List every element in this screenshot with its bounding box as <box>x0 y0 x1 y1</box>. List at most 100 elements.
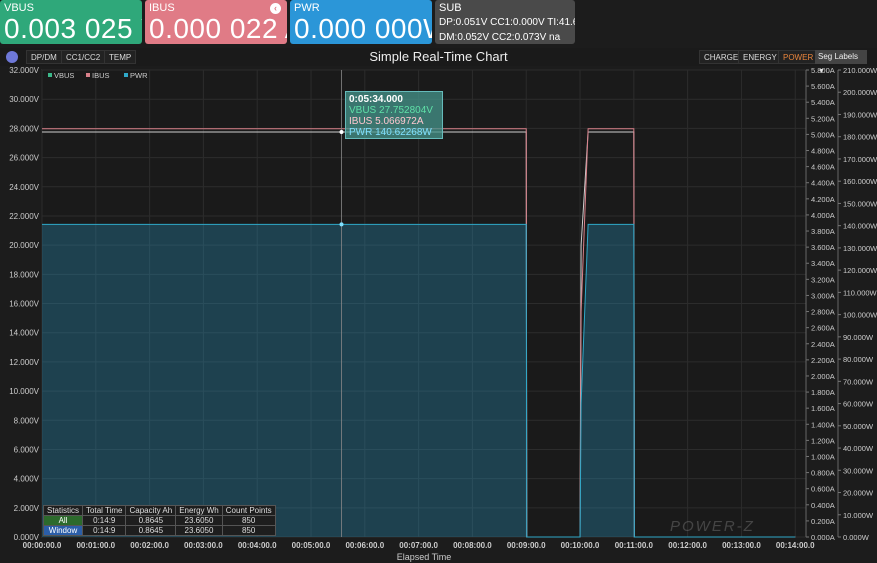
x-tick-label: 00:03:00.0 <box>184 541 223 550</box>
legend-swatch <box>48 73 52 77</box>
stats-cell: 23.6050 <box>175 525 223 536</box>
y-right-tick-label: 10.000W <box>843 511 874 520</box>
legend-label: PWR <box>130 71 148 80</box>
stats-cell: 850 <box>221 515 276 526</box>
y-left-tick-label: 22.000V <box>9 212 39 221</box>
x-tick-label: 00:11:00.0 <box>615 541 654 550</box>
y-left-tick-label: 24.000V <box>9 183 39 192</box>
y-right-tick-label: 210.000W <box>843 66 877 75</box>
y-left-tick-label: 10.000V <box>9 387 39 396</box>
stats-cell: 0.8645 <box>125 515 177 526</box>
x-tick-label: 00:02:00.0 <box>130 541 169 550</box>
x-tick-label: 00:08:00.0 <box>453 541 492 550</box>
tooltip-vbus: VBUS 27.752804V <box>349 105 433 116</box>
x-tick-label: 00:06:00.0 <box>345 541 384 550</box>
cursor-point-vbus <box>339 130 344 135</box>
legend-swatch <box>124 73 128 77</box>
stats-cell: 0:14:9 <box>82 525 127 536</box>
y-right-tick-label: 50.000W <box>843 422 874 431</box>
y-mid-tick-label: 2.800A <box>811 308 835 317</box>
stats-cell: Window <box>42 525 84 536</box>
y-right-tick-label: 30.000W <box>843 466 874 475</box>
y-mid-tick-label: 4.000A <box>811 211 835 220</box>
y-mid-tick-label: 5.600A <box>811 82 835 91</box>
statistics-table: Statistics Total Time Capacity Ah Energy… <box>42 505 276 536</box>
y-left-tick-label: 12.000V <box>9 358 39 367</box>
y-right-tick-label: 60.000W <box>843 400 874 409</box>
y-mid-tick-label: 5.400A <box>811 98 835 107</box>
y-mid-tick-label: 2.200A <box>811 356 835 365</box>
y-right-tick-label: 140.000W <box>843 222 877 231</box>
y-mid-tick-label: 2.400A <box>811 340 835 349</box>
tooltip-time: 0:05:34.000 <box>349 94 403 105</box>
stats-cell: 850 <box>221 525 276 536</box>
y-mid-tick-label: 1.200A <box>811 436 835 445</box>
y-mid-tick-label: 1.000A <box>811 452 835 461</box>
y-left-tick-label: 14.000V <box>9 329 39 338</box>
y-left-tick-label: 8.000V <box>14 416 40 425</box>
y-mid-tick-label: 5.200A <box>811 114 835 123</box>
y-left-tick-label: 30.000V <box>9 95 39 104</box>
tooltip-pwr: PWR 140.62268W <box>349 127 432 138</box>
stats-header-row: Statistics Total Time Capacity Ah Energy… <box>42 505 276 516</box>
y-right-tick-label: 160.000W <box>843 177 877 186</box>
x-tick-label: 00:05:00.0 <box>292 541 331 550</box>
y-left-tick-label: 2.000V <box>14 504 40 513</box>
y-mid-tick-label: 2.600A <box>811 324 835 333</box>
legend-swatch <box>86 73 90 77</box>
y-right-tick-label: 40.000W <box>843 444 874 453</box>
chart-svg[interactable]: 0.000V2.000V4.000V6.000V8.000V10.000V12.… <box>0 0 877 563</box>
y-right-tick-label: 0.000W <box>843 533 870 542</box>
y-right-tick-label: 150.000W <box>843 199 877 208</box>
y-mid-tick-label: 1.400A <box>811 420 835 429</box>
y-mid-tick-label: 4.600A <box>811 163 835 172</box>
y-mid-tick-label: 0.400A <box>811 501 835 510</box>
y-right-tick-label: 90.000W <box>843 333 874 342</box>
y-mid-tick-label: 5.800A <box>811 66 835 75</box>
stats-row-window: Window 0:14:9 0.8645 23.6050 850 <box>42 525 276 536</box>
y-left-tick-label: 32.000V <box>9 66 39 75</box>
y-right-tick-label: 80.000W <box>843 355 874 364</box>
y-right-tick-label: 120.000W <box>843 266 877 275</box>
stats-cell: 0:14:9 <box>82 515 127 526</box>
y-left-tick-label: 28.000V <box>9 124 39 133</box>
y-mid-tick-label: 1.800A <box>811 388 835 397</box>
y-right-tick-label: 110.000W <box>843 288 877 297</box>
y-right-tick-label: 190.000W <box>843 110 877 119</box>
y-right-tick-label: 70.000W <box>843 377 874 386</box>
x-tick-label: 00:09:00.0 <box>507 541 546 550</box>
y-right-tick-label: 130.000W <box>843 244 877 253</box>
y-mid-tick-label: 1.600A <box>811 404 835 413</box>
x-tick-label: 00:13:00.0 <box>722 541 761 550</box>
stats-header: Statistics <box>42 505 84 516</box>
y-left-tick-label: 16.000V <box>9 300 39 309</box>
y-left-tick-label: 26.000V <box>9 154 39 163</box>
y-mid-tick-label: 4.200A <box>811 195 835 204</box>
y-mid-tick-label: 5.000A <box>811 130 835 139</box>
x-tick-label: 00:00:00.0 <box>23 541 62 550</box>
x-tick-label: 00:12:00.0 <box>668 541 707 550</box>
stats-cell: 0.8645 <box>125 525 177 536</box>
cursor-tooltip: 0:05:34.000 VBUS 27.752804V IBUS 5.06697… <box>345 91 443 139</box>
y-left-tick-label: 6.000V <box>14 445 40 454</box>
y-mid-tick-label: 3.400A <box>811 259 835 268</box>
x-tick-label: 00:07:00.0 <box>399 541 438 550</box>
y-mid-tick-label: 0.600A <box>811 485 835 494</box>
y-left-tick-label: 18.000V <box>9 270 39 279</box>
y-mid-tick-label: 0.200A <box>811 517 835 526</box>
cursor-point-pwr <box>339 222 344 227</box>
y-mid-tick-label: 3.200A <box>811 275 835 284</box>
stats-header: Total Time <box>82 505 127 516</box>
x-tick-label: 00:04:00.0 <box>238 541 277 550</box>
y-right-tick-label: 20.000W <box>843 489 874 498</box>
tooltip-ibus: IBUS 5.066972A <box>349 116 424 127</box>
y-right-tick-label: 170.000W <box>843 155 877 164</box>
stats-header: Energy Wh <box>175 505 223 516</box>
y-left-tick-label: 4.000V <box>14 475 40 484</box>
stats-cell: All <box>42 515 84 526</box>
stats-header: Capacity Ah <box>125 505 177 516</box>
stats-row-all: All 0:14:9 0.8645 23.6050 850 <box>42 515 276 526</box>
x-tick-label: 00:10:00.0 <box>561 541 600 550</box>
x-tick-label: 00:14:00.0 <box>776 541 815 550</box>
stats-header: Count Points <box>221 505 276 516</box>
